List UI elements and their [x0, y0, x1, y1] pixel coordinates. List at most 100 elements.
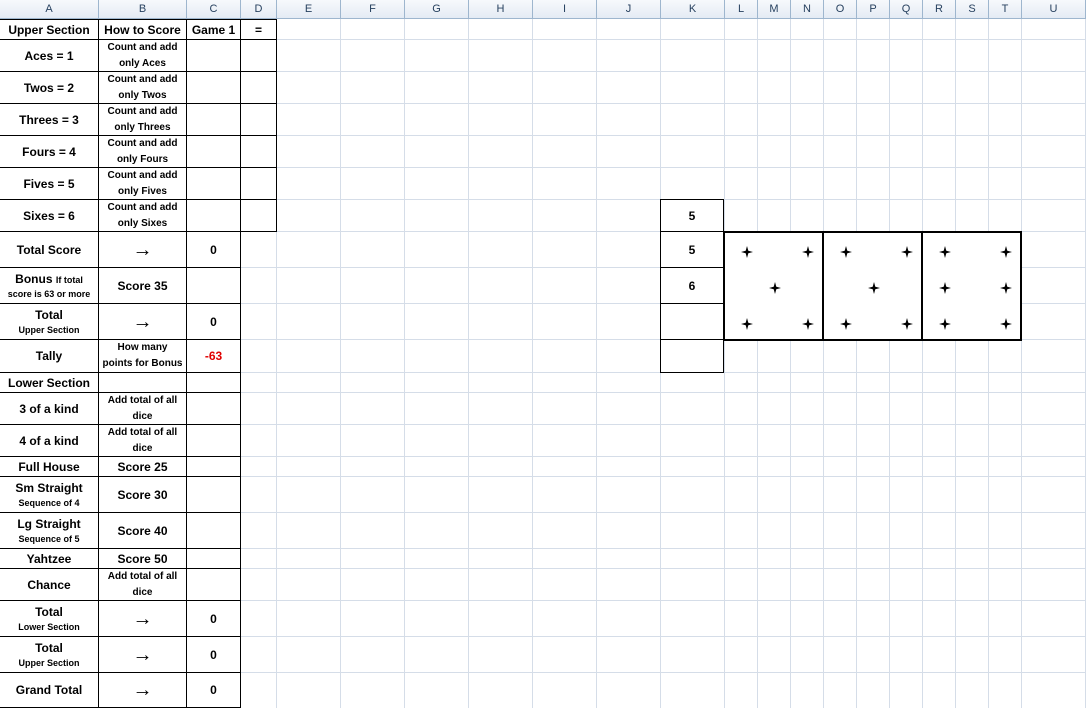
lower-section-header[interactable]: Lower Section — [0, 372, 99, 393]
row-twos-score[interactable] — [186, 71, 241, 104]
chance-score[interactable] — [186, 568, 241, 601]
col-header-n[interactable]: N — [791, 0, 824, 19]
die-value-5[interactable] — [660, 339, 724, 373]
total-lower-arrow[interactable]: → — [98, 600, 187, 637]
col-header-l[interactable]: L — [725, 0, 758, 19]
die-value-4[interactable] — [660, 303, 724, 340]
tally-label[interactable]: Tally — [0, 339, 99, 373]
tally-how[interactable]: How many points for Bonus — [98, 339, 187, 373]
col-header-j[interactable]: J — [597, 0, 661, 19]
die-value-3[interactable]: 6 — [660, 267, 724, 304]
row-aces-d[interactable] — [240, 39, 277, 72]
total-upper-2-value[interactable]: 0 — [186, 636, 241, 673]
col-header-p[interactable]: P — [857, 0, 890, 19]
three-of-a-kind-how[interactable]: Add total of all dice — [98, 392, 187, 425]
total-upper-arrow[interactable]: → — [98, 303, 187, 340]
col-header-k[interactable]: K — [661, 0, 725, 19]
row-twos-label[interactable]: Twos = 2 — [0, 71, 99, 104]
col-header-f[interactable]: F — [341, 0, 405, 19]
col-header-g[interactable]: G — [405, 0, 469, 19]
row-aces-how[interactable]: Count and add only Aces — [98, 39, 187, 72]
col-header-h[interactable]: H — [469, 0, 533, 19]
die-value-2[interactable]: 5 — [660, 231, 724, 268]
row-fours-d[interactable] — [240, 135, 277, 168]
row-sixes-label[interactable]: Sixes = 6 — [0, 199, 99, 232]
bonus-how[interactable]: Score 35 — [98, 267, 187, 304]
col-header-c[interactable]: C — [187, 0, 241, 19]
bonus-label[interactable]: Bonus If total score is 63 or more — [0, 267, 99, 304]
total-upper-value[interactable]: 0 — [186, 303, 241, 340]
tally-value[interactable]: -63 — [186, 339, 241, 373]
three-of-a-kind-label[interactable]: 3 of a kind — [0, 392, 99, 425]
total-lower-value[interactable]: 0 — [186, 600, 241, 637]
grand-total-label[interactable]: Grand Total — [0, 672, 99, 708]
row-sixes-d[interactable] — [240, 199, 277, 232]
row-sixes-how[interactable]: Count and add only Sixes — [98, 199, 187, 232]
chance-how[interactable]: Add total of all dice — [98, 568, 187, 601]
four-of-a-kind-how[interactable]: Add total of all dice — [98, 424, 187, 457]
col-header-a[interactable]: A — [0, 0, 99, 19]
col-header-o[interactable]: O — [824, 0, 857, 19]
row-threes-how[interactable]: Count and add only Threes — [98, 103, 187, 136]
col-header-b[interactable]: B — [99, 0, 187, 19]
header-upper-section[interactable]: Upper Section — [0, 19, 99, 40]
lower-header-b[interactable] — [98, 372, 187, 393]
yahtzee-score[interactable] — [186, 548, 241, 569]
sm-straight-label[interactable]: Sm Straight Sequence of 4 — [0, 476, 99, 513]
col-header-u[interactable]: U — [1022, 0, 1086, 19]
total-score-label[interactable]: Total Score — [0, 231, 99, 268]
header-equals[interactable]: = — [240, 19, 277, 40]
full-house-score[interactable] — [186, 456, 241, 477]
full-house-how[interactable]: Score 25 — [98, 456, 187, 477]
die-value-1[interactable]: 5 — [660, 199, 724, 232]
col-header-m[interactable]: M — [758, 0, 791, 19]
yahtzee-label[interactable]: Yahtzee — [0, 548, 99, 569]
total-lower-label[interactable]: Total Lower Section — [0, 600, 99, 637]
lg-straight-how[interactable]: Score 40 — [98, 512, 187, 549]
full-house-label[interactable]: Full House — [0, 456, 99, 477]
row-sixes-score[interactable] — [186, 199, 241, 232]
col-header-s[interactable]: S — [956, 0, 989, 19]
total-score-value[interactable]: 0 — [186, 231, 241, 268]
bonus-score[interactable] — [186, 267, 241, 304]
total-upper-label[interactable]: Total Upper Section — [0, 303, 99, 340]
col-header-i[interactable]: I — [533, 0, 597, 19]
col-header-e[interactable]: E — [277, 0, 341, 19]
chance-label[interactable]: Chance — [0, 568, 99, 601]
row-twos-how[interactable]: Count and add only Twos — [98, 71, 187, 104]
three-of-a-kind-score[interactable] — [186, 392, 241, 425]
lg-straight-score[interactable] — [186, 512, 241, 549]
header-how-to-score[interactable]: How to Score — [98, 19, 187, 40]
total-upper-2-label[interactable]: Total Upper Section — [0, 636, 99, 673]
row-threes-score[interactable] — [186, 103, 241, 136]
four-of-a-kind-score[interactable] — [186, 424, 241, 457]
row-fours-label[interactable]: Fours = 4 — [0, 135, 99, 168]
row-fives-how[interactable]: Count and add only Fives — [98, 167, 187, 200]
row-threes-d[interactable] — [240, 103, 277, 136]
col-header-q[interactable]: Q — [890, 0, 923, 19]
row-fives-score[interactable] — [186, 167, 241, 200]
row-fives-d[interactable] — [240, 167, 277, 200]
four-of-a-kind-label[interactable]: 4 of a kind — [0, 424, 99, 457]
yahtzee-how[interactable]: Score 50 — [98, 548, 187, 569]
lg-straight-label[interactable]: Lg Straight Sequence of 5 — [0, 512, 99, 549]
how-line-1: Add total of all — [107, 426, 178, 438]
row-fours-how[interactable]: Count and add only Fours — [98, 135, 187, 168]
col-header-t[interactable]: T — [989, 0, 1022, 19]
lower-header-c[interactable] — [186, 372, 241, 393]
row-twos-d[interactable] — [240, 71, 277, 104]
col-header-d[interactable]: D — [241, 0, 277, 19]
row-fours-score[interactable] — [186, 135, 241, 168]
row-aces-score[interactable] — [186, 39, 241, 72]
grand-total-arrow[interactable]: → — [98, 672, 187, 708]
header-game-1[interactable]: Game 1 — [186, 19, 241, 40]
col-header-r[interactable]: R — [923, 0, 956, 19]
row-threes-label[interactable]: Threes = 3 — [0, 103, 99, 136]
row-aces-label[interactable]: Aces = 1 — [0, 39, 99, 72]
grand-total-value[interactable]: 0 — [186, 672, 241, 708]
total-upper-2-arrow[interactable]: → — [98, 636, 187, 673]
total-score-arrow[interactable]: → — [98, 231, 187, 268]
sm-straight-how[interactable]: Score 30 — [98, 476, 187, 513]
row-fives-label[interactable]: Fives = 5 — [0, 167, 99, 200]
sm-straight-score[interactable] — [186, 476, 241, 513]
